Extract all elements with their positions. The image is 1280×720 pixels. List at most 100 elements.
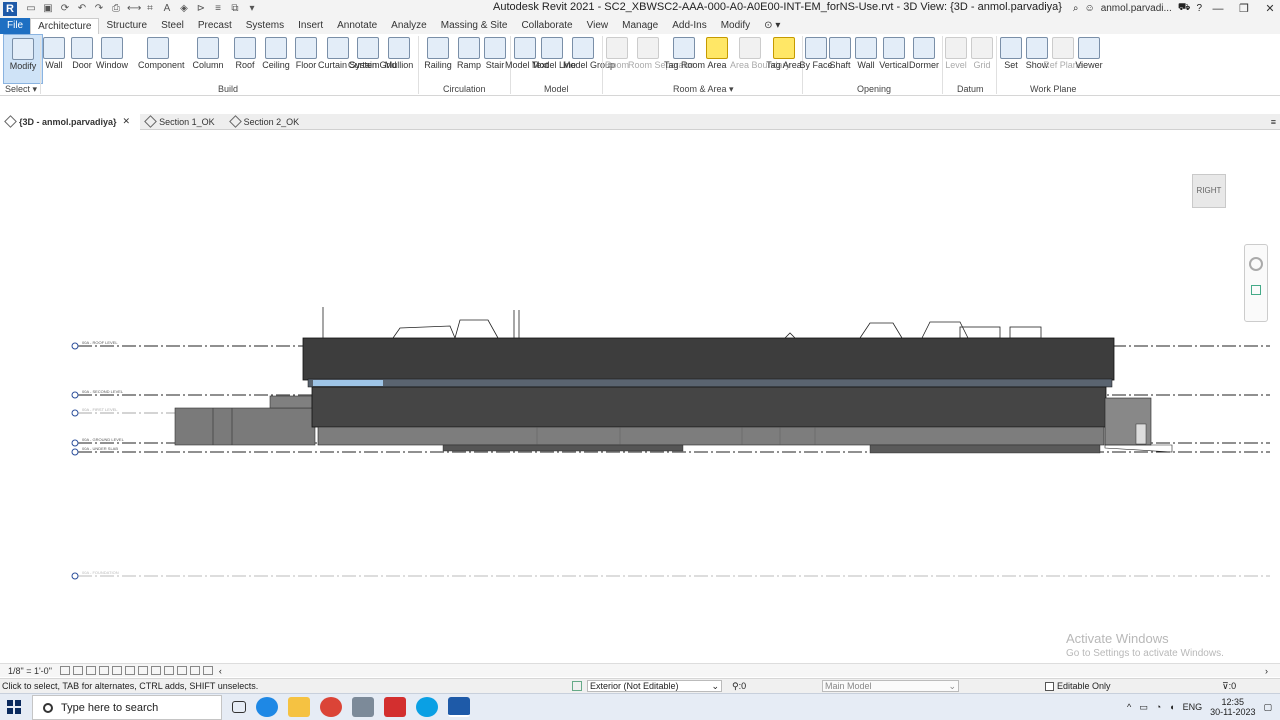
tab-collaborate[interactable]: Collaborate	[514, 18, 579, 34]
switch-windows-icon[interactable]: ⧉	[229, 3, 241, 15]
curtain-grid-icon	[357, 37, 379, 59]
steering-wheel-icon[interactable]	[1249, 257, 1263, 271]
mail-icon[interactable]	[352, 697, 374, 717]
tab-steel[interactable]: Steel	[154, 18, 191, 34]
tab-annotate[interactable]: Annotate	[330, 18, 384, 34]
detail-level-icon[interactable]	[59, 666, 70, 675]
panel-room-area[interactable]: Room & Area ▾	[673, 84, 734, 95]
thin-lines-icon[interactable]: ≡	[212, 3, 224, 15]
3d-model-view[interactable]: 00A - ROOF LEVEL 00A - SECOND LEVEL 00A …	[0, 131, 1280, 663]
view-tab-section-2[interactable]: Section 2_OK	[225, 114, 310, 130]
building-model[interactable]	[174, 307, 1173, 454]
tab-architecture[interactable]: Architecture	[30, 18, 100, 34]
taskbar-search[interactable]: Type here to search	[32, 695, 222, 720]
viewer-button[interactable]: Viewer	[1069, 34, 1109, 84]
redo-icon[interactable]: ↷	[93, 3, 105, 15]
revit-taskbar-icon[interactable]	[448, 697, 470, 717]
zoom-icon[interactable]	[1251, 285, 1261, 295]
viewcube[interactable]: RIGHT	[1192, 174, 1226, 208]
revit-logo[interactable]: R	[3, 1, 17, 16]
editable-only-toggle[interactable]: Editable Only	[1045, 681, 1111, 691]
workset-select[interactable]: Exterior (Not Editable) ⌄	[587, 680, 722, 692]
workset-icon[interactable]	[572, 681, 582, 691]
tab-systems[interactable]: Systems	[239, 18, 291, 34]
mullion-button[interactable]: Mullion	[379, 34, 419, 84]
view-tabs-menu-icon[interactable]: ≡	[1271, 117, 1276, 127]
worksharing-display-icon[interactable]	[189, 666, 200, 675]
close-window-button[interactable]: ✕	[1260, 2, 1280, 15]
maximize-button[interactable]: ❐	[1234, 2, 1254, 15]
language-indicator[interactable]: ENG	[1183, 702, 1203, 712]
tray-overflow-icon[interactable]: ^	[1127, 702, 1131, 712]
cart-icon[interactable]: ⛟	[1178, 2, 1191, 15]
wifi-icon[interactable]: ◔	[1156, 702, 1161, 712]
editable-only-checkbox[interactable]	[1045, 681, 1054, 691]
3d-view-icon[interactable]: ◈	[178, 3, 190, 15]
tab-modify[interactable]: Modify	[714, 18, 757, 34]
view-scale[interactable]: 1/8" = 1'-0"	[8, 666, 52, 676]
text-icon[interactable]: A	[161, 3, 173, 15]
binoculars-icon[interactable]: ⌕	[1073, 3, 1079, 14]
volume-icon[interactable]: ◖	[1169, 702, 1174, 712]
shadows-icon[interactable]	[98, 666, 109, 675]
windows-start-icon[interactable]	[7, 700, 21, 714]
selection-count[interactable]: ⚲:0	[732, 681, 746, 692]
view-tab-3d[interactable]: {3D - anmol.parvadiya} ✕	[0, 113, 141, 130]
panel-select[interactable]: Select ▾	[5, 84, 37, 95]
temp-hide-icon[interactable]	[163, 666, 174, 675]
column-button[interactable]: Column	[188, 34, 228, 84]
save-icon[interactable]: ▣	[42, 3, 54, 15]
user-name[interactable]: anmol.parvadi...	[1101, 3, 1172, 14]
user-icon[interactable]: ☺	[1084, 3, 1094, 14]
lock-view-icon[interactable]	[150, 666, 161, 675]
measure-icon[interactable]: ⟷	[127, 3, 141, 15]
tab-precast[interactable]: Precast	[191, 18, 239, 34]
help-icon[interactable]: ?	[1196, 3, 1202, 14]
dimension-icon[interactable]: ⌗	[144, 3, 156, 15]
drawing-canvas[interactable]: 00A - ROOF LEVEL 00A - SECOND LEVEL 00A …	[0, 131, 1280, 663]
tab-massing-site[interactable]: Massing & Site	[434, 18, 515, 34]
room-separator-button[interactable]: Room Separator	[628, 34, 694, 84]
reveal-hidden-icon[interactable]	[176, 666, 187, 675]
window-button[interactable]: Window	[92, 34, 132, 84]
sun-path-icon[interactable]	[85, 666, 96, 675]
visual-style-icon[interactable]	[72, 666, 83, 675]
chrome-icon[interactable]	[320, 697, 342, 717]
show-crop-icon[interactable]	[137, 666, 148, 675]
close-icon[interactable]: ✕	[123, 116, 131, 127]
tab-manage[interactable]: Manage	[615, 18, 665, 34]
component-button[interactable]: Component	[138, 34, 185, 84]
clock[interactable]: 12:35 30-11-2023	[1210, 697, 1255, 717]
scroll-left-icon[interactable]: ‹	[219, 666, 222, 676]
tab-insert[interactable]: Insert	[291, 18, 330, 34]
open-icon[interactable]: ▭	[25, 3, 37, 15]
acrobat-icon[interactable]	[384, 697, 406, 717]
view-tab-section-1[interactable]: Section 1_OK	[140, 114, 225, 130]
crop-view-icon[interactable]	[124, 666, 135, 675]
tab-structure[interactable]: Structure	[99, 18, 154, 34]
navigation-bar[interactable]	[1244, 244, 1268, 322]
analytical-model-icon[interactable]	[202, 666, 213, 675]
tab-file[interactable]: File	[0, 18, 31, 34]
undo-icon[interactable]: ↶	[76, 3, 88, 15]
edge-icon[interactable]	[256, 697, 278, 717]
print-icon[interactable]: ⎙	[110, 3, 122, 15]
notifications-icon[interactable]: ▢	[1263, 702, 1272, 713]
tab-analyze[interactable]: Analyze	[384, 18, 434, 34]
render-icon[interactable]	[111, 666, 122, 675]
tab-view[interactable]: View	[580, 18, 616, 34]
design-option-select[interactable]: Main Model ⌄	[822, 680, 959, 692]
tab-add-ins[interactable]: Add-Ins	[665, 18, 713, 34]
minimize-button[interactable]: —	[1208, 3, 1228, 15]
roof-unit-right-2	[921, 321, 969, 339]
ribbon-minimize-toggle[interactable]: ⊙ ▾	[757, 18, 787, 34]
customize-qat-icon[interactable]: ▾	[246, 3, 258, 15]
filter-icon[interactable]: ⊽:0	[1222, 681, 1236, 692]
task-view-icon[interactable]	[232, 701, 246, 713]
network-icon[interactable]: ▭	[1139, 702, 1148, 713]
scroll-right-icon[interactable]: ›	[1265, 666, 1268, 676]
skype-icon[interactable]	[416, 697, 438, 717]
file-explorer-icon[interactable]	[288, 697, 310, 717]
section-icon[interactable]: ⊳	[195, 3, 207, 15]
sync-icon[interactable]: ⟳	[59, 3, 71, 15]
